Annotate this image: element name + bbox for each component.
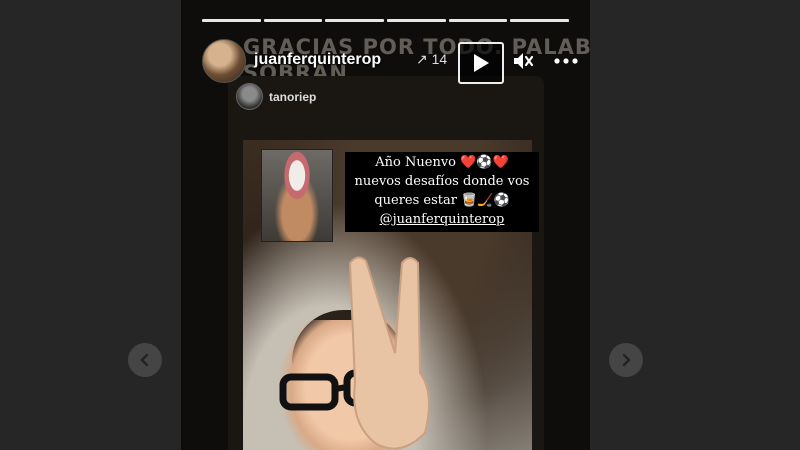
- story-username-extra: ↗ 14: [416, 51, 448, 67]
- story-avatar[interactable]: [202, 39, 246, 83]
- mute-icon[interactable]: [511, 49, 535, 73]
- inset-photo: [261, 149, 333, 242]
- story-username[interactable]: juanferquinterop: [254, 51, 381, 69]
- progress-segment: [202, 19, 261, 22]
- shared-post-avatar[interactable]: [236, 83, 263, 110]
- progress-segment: [387, 19, 446, 22]
- chevron-left-icon: [140, 353, 149, 367]
- sticker-line-1: Año Nuenvo ❤️⚽❤️: [375, 155, 509, 170]
- progress-segment: [325, 19, 385, 22]
- progress-segment: [263, 19, 323, 22]
- shared-post-username[interactable]: tanoriep: [269, 90, 316, 104]
- story-progress-bar: [202, 19, 570, 22]
- sticker-line-2: nuevos desafíos donde vos: [354, 174, 530, 189]
- next-story-button[interactable]: [609, 343, 643, 377]
- play-icon: [474, 54, 489, 72]
- progress-segment: [510, 19, 570, 22]
- peace-hand-shape: [348, 256, 430, 450]
- sticker-mention-link[interactable]: @juanferquinterop: [345, 210, 539, 229]
- text-sticker: Año Nuenvo ❤️⚽❤️ nuevos desafíos donde v…: [345, 152, 539, 232]
- previous-story-button[interactable]: [128, 343, 162, 377]
- more-icon[interactable]: [552, 49, 580, 73]
- chevron-right-icon: [622, 353, 631, 367]
- sticker-line-3: queres estar 🥃🏒⚽: [374, 193, 510, 208]
- shared-post-card[interactable]: tanoriep Año Nuenvo ❤️⚽❤️ nuevos desafío…: [228, 76, 544, 450]
- progress-segment: [448, 19, 508, 22]
- story-viewer[interactable]: GRACIAS POR TODO. PALABRASSOBRAN tanorie…: [181, 0, 590, 450]
- play-button[interactable]: [458, 42, 504, 84]
- story-header: juanferquinterop ↗ 14: [202, 39, 578, 84]
